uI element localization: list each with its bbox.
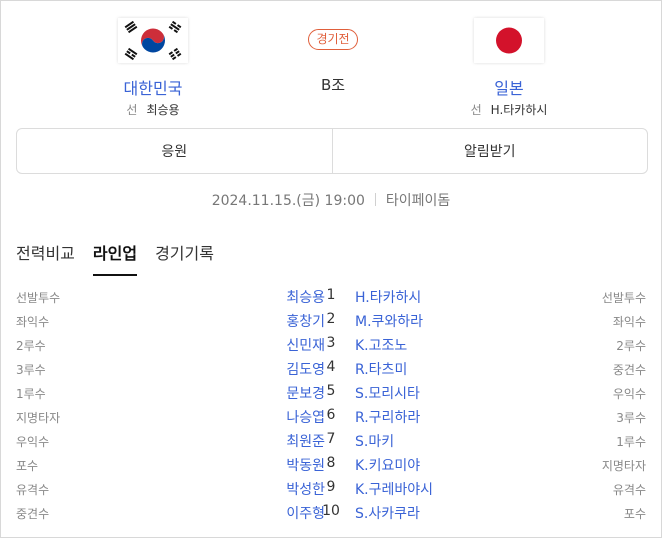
batting-order: 2: [326, 311, 336, 327]
away-player-name[interactable]: H.타카하시: [355, 287, 421, 307]
south-korea-flag-icon: [118, 18, 188, 63]
match-venue: 타이페이돔: [385, 193, 451, 209]
lineup-row: 1루수 문보경 5 S.모리시타 우익수: [16, 382, 646, 406]
lineup-row: 유격수 박성한 9 K.구레바야시 유격수: [16, 478, 646, 502]
away-player-name[interactable]: R.구리하라: [355, 407, 420, 427]
away-position: 우익수: [612, 387, 646, 401]
home-team[interactable]: 대한민국 선 최승용: [83, 18, 223, 118]
away-starting-pitcher: 선 H.타카하시: [439, 101, 579, 118]
tab-game-record[interactable]: 경기기록: [155, 240, 214, 276]
match-info: 2024.11.15.(금) 19:00 타이페이돔: [0, 190, 662, 210]
away-position: 유격수: [612, 483, 646, 497]
away-team[interactable]: 일본 선 H.타카하시: [439, 18, 579, 118]
lineup-row: 중견수 이주형 10 S.사카쿠라 포수: [16, 502, 646, 526]
batting-order: 10: [322, 503, 340, 519]
batting-order: 9: [326, 479, 336, 495]
away-position: 2루수: [616, 339, 646, 353]
lineup-row: 포수 박동원 8 K.키요미야 지명타자: [16, 454, 646, 478]
home-position: 선발투수: [16, 291, 61, 305]
home-pitcher-tag: 선: [126, 103, 138, 117]
lineup-row: 지명타자 나승엽 6 R.구리하라 3루수: [16, 406, 646, 430]
home-team-name[interactable]: 대한민국: [83, 75, 223, 99]
lineup-row: 우익수 최원준 7 S.마키 1루수: [16, 430, 646, 454]
home-pitcher-name: 최승용: [146, 103, 180, 117]
away-player-name[interactable]: K.키요미야: [355, 455, 420, 475]
away-position: 좌익수: [612, 315, 646, 329]
home-starting-pitcher: 선 최승용: [83, 101, 223, 118]
away-position: 3루수: [616, 411, 646, 425]
action-buttons: 응원 알림받기: [16, 128, 648, 174]
tab-bar: 전력비교 라인업 경기기록: [16, 240, 232, 276]
away-position: 선발투수: [601, 291, 646, 305]
batting-order: 5: [326, 383, 336, 399]
status-badge: 경기전: [308, 29, 358, 50]
away-player-name[interactable]: M.쿠와하라: [355, 311, 423, 331]
divider: [374, 193, 376, 206]
group-label: B조: [320, 76, 346, 94]
home-position: 2루수: [16, 339, 46, 353]
away-player-name[interactable]: K.고조노: [355, 335, 407, 355]
lineup-table: 선발투수 최승용 1 H.타카하시 선발투수 좌익수 홍창기 2 M.쿠와하라 좌익수 2루수 신민재…: [16, 286, 646, 526]
away-position: 포수: [623, 507, 646, 521]
tab-lineup[interactable]: 라인업: [92, 240, 138, 276]
home-position: 우익수: [16, 435, 50, 449]
home-position: 좌익수: [16, 315, 50, 329]
batting-order: 1: [326, 287, 336, 303]
away-player-name[interactable]: S.사카쿠라: [355, 503, 420, 523]
away-team-name[interactable]: 일본: [439, 75, 579, 99]
away-position: 중견수: [612, 363, 646, 377]
match-datetime: 2024.11.15.(금) 19:00: [211, 193, 365, 209]
batting-order: 3: [326, 335, 336, 351]
away-player-name[interactable]: S.마키: [355, 431, 394, 451]
batting-order: 7: [326, 431, 336, 447]
batting-order: 6: [326, 407, 336, 423]
away-player-name[interactable]: S.모리시타: [355, 383, 420, 403]
cheer-button[interactable]: 응원: [17, 129, 332, 173]
home-position: 포수: [16, 459, 39, 473]
away-pitcher-tag: 선: [470, 103, 482, 117]
away-position: 지명타자: [601, 459, 646, 473]
away-position: 1루수: [616, 435, 646, 449]
lineup-row: 3루수 김도영 4 R.타츠미 중견수: [16, 358, 646, 382]
lineup-row: 선발투수 최승용 1 H.타카하시 선발투수: [16, 286, 646, 310]
lineup-row: 2루수 신민재 3 K.고조노 2루수: [16, 334, 646, 358]
lineup-row: 좌익수 홍창기 2 M.쿠와하라 좌익수: [16, 310, 646, 334]
home-position: 유격수: [16, 483, 50, 497]
notify-button[interactable]: 알림받기: [331, 129, 648, 173]
batting-order: 8: [326, 455, 336, 471]
home-position: 중견수: [16, 507, 50, 521]
away-pitcher-name: H.타카하시: [490, 103, 548, 117]
match-status: 경기전 B조: [278, 28, 388, 95]
home-position: 3루수: [16, 363, 46, 377]
japan-flag-icon: [474, 18, 544, 63]
home-position: 1루수: [16, 387, 46, 401]
batting-order: 4: [326, 359, 336, 375]
away-player-name[interactable]: R.타츠미: [355, 359, 407, 379]
away-player-name[interactable]: K.구레바야시: [355, 479, 433, 499]
home-position: 지명타자: [16, 411, 61, 425]
tab-comparison[interactable]: 전력비교: [16, 240, 75, 276]
